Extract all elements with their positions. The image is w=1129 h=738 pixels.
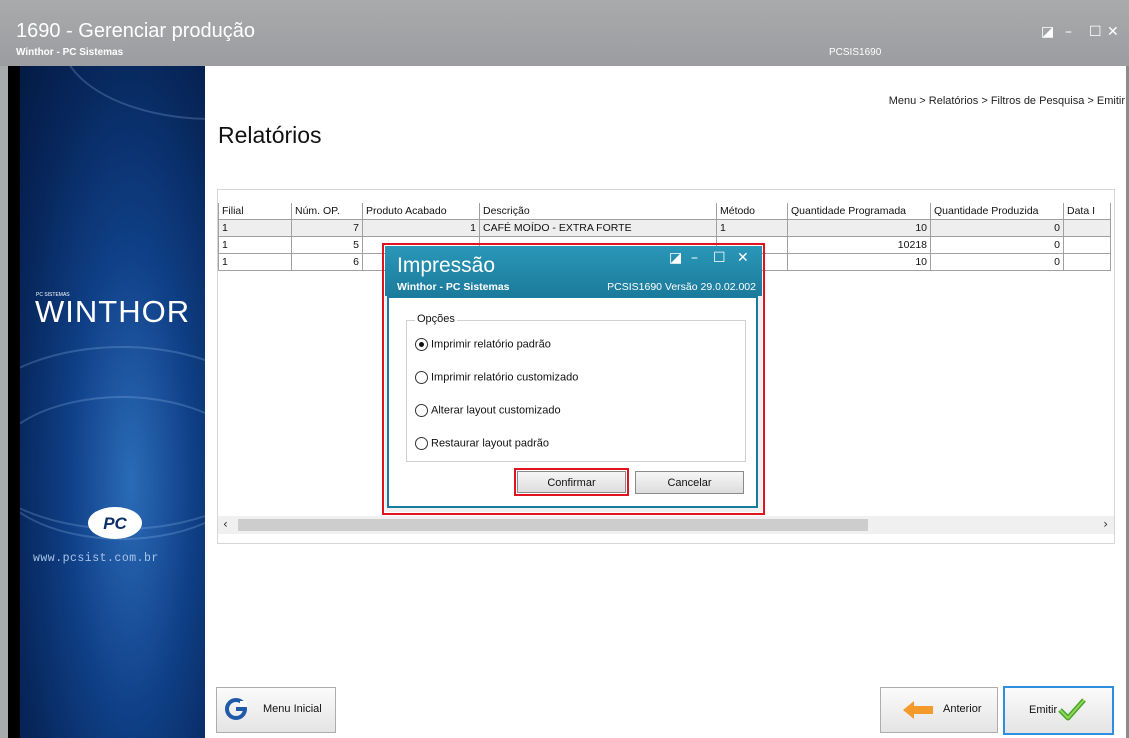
option-alterar-layout[interactable]: Alterar layout customizado xyxy=(415,404,561,417)
dialog-close-icon[interactable]: ✕ xyxy=(737,250,749,266)
cell-data xyxy=(1063,236,1111,254)
column-header[interactable]: Produto Acabado xyxy=(362,203,480,220)
dialog-title-bar: Impressão Winthor - PC Sistemas PCSIS169… xyxy=(385,246,762,296)
menu-inicial-label: Menu Inicial xyxy=(263,703,322,715)
cancel-button[interactable]: Cancelar xyxy=(635,471,744,494)
cell-metodo: 1 xyxy=(716,219,788,237)
horizontal-scrollbar[interactable]: ‹ › xyxy=(218,516,1114,534)
cell-descricao: CAFÉ MOÍDO - EXTRA FORTE xyxy=(479,219,717,237)
option-label: Alterar layout customizado xyxy=(431,404,561,417)
scrollbar-thumb[interactable] xyxy=(238,519,868,531)
anterior-label: Anterior xyxy=(943,703,982,715)
svg-text:PC: PC xyxy=(103,514,127,533)
cell-num-op: 7 xyxy=(291,219,363,237)
restore-icon[interactable]: ◪ xyxy=(1041,24,1054,40)
window-frame-inner xyxy=(8,66,20,738)
radio-icon[interactable] xyxy=(415,371,428,384)
anterior-button[interactable]: Anterior xyxy=(880,687,998,733)
home-g-icon xyxy=(225,698,247,720)
sidebar-panel: PC SISTEMAS WINTHOR PC www.pcsist.com.br xyxy=(20,66,205,738)
column-header[interactable]: Método xyxy=(716,203,788,220)
minimize-icon[interactable]: – xyxy=(1065,24,1072,40)
cell-num-op: 6 xyxy=(291,253,363,271)
cell-qtd-produzida: 0 xyxy=(930,236,1064,254)
radio-selected-icon[interactable] xyxy=(415,338,428,351)
emitir-label: Emitir xyxy=(1029,704,1058,716)
emitir-button[interactable]: Emitir xyxy=(1003,686,1114,735)
dialog-subtitle: Winthor - PC Sistemas xyxy=(397,281,510,293)
column-header[interactable]: Quantidade Produzida xyxy=(930,203,1064,220)
page-title: Relatórios xyxy=(218,122,322,148)
cell-data xyxy=(1063,253,1111,271)
winthor-logo: WINTHOR xyxy=(35,294,191,329)
radio-icon[interactable] xyxy=(415,437,428,450)
decorative-arc xyxy=(60,66,205,120)
window-frame-left xyxy=(0,66,8,738)
cell-qtd-programada: 10218 xyxy=(787,236,931,254)
cell-qtd-produzida: 0 xyxy=(930,253,1064,271)
window-subtitle: Winthor - PC Sistemas xyxy=(16,47,124,58)
option-label: Imprimir relatório padrão xyxy=(431,338,551,351)
arrow-left-icon xyxy=(903,701,933,719)
cell-data xyxy=(1063,219,1111,237)
dialog-body: Opções Imprimir relatório padrão Imprimi… xyxy=(387,296,758,508)
option-imprimir-padrao[interactable]: Imprimir relatório padrão xyxy=(415,338,551,351)
cell-filial: 1 xyxy=(218,219,292,237)
option-restaurar-layout[interactable]: Restaurar layout padrão xyxy=(415,437,549,450)
cell-filial: 1 xyxy=(218,253,292,271)
pc-logo-icon: PC xyxy=(88,507,142,539)
radio-icon[interactable] xyxy=(415,404,428,417)
cell-qtd-programada: 10 xyxy=(787,219,931,237)
column-header[interactable]: Descrição xyxy=(479,203,717,220)
table-row[interactable]: 1 7 1 CAFÉ MOÍDO - EXTRA FORTE 1 10 0 xyxy=(218,219,1111,237)
title-bar: 1690 - Gerenciar produção Winthor - PC S… xyxy=(0,0,1129,66)
options-group: Opções Imprimir relatório padrão Imprimi… xyxy=(406,313,746,462)
dialog-title: Impressão xyxy=(397,254,496,277)
menu-inicial-button[interactable]: Menu Inicial xyxy=(216,687,336,733)
scroll-right-icon[interactable]: › xyxy=(1103,517,1108,531)
cell-filial: 1 xyxy=(218,236,292,254)
dialog-version: PCSIS1690 Versão 29.0.02.002 xyxy=(607,281,756,293)
option-label: Imprimir relatório customizado xyxy=(431,371,579,384)
window-controls: ◪ – ☐ ✕ xyxy=(1041,24,1121,42)
window-code: PCSIS1690 xyxy=(829,47,882,58)
column-header[interactable]: Data I xyxy=(1063,203,1111,220)
confirm-button[interactable]: Confirmar xyxy=(517,471,626,493)
scroll-left-icon[interactable]: ‹ xyxy=(223,517,228,531)
dialog-minimize-icon[interactable]: – xyxy=(691,250,698,266)
options-group-label: Opções xyxy=(415,313,457,325)
option-imprimir-customizado[interactable]: Imprimir relatório customizado xyxy=(415,371,578,384)
dialog-maximize-icon[interactable]: ☐ xyxy=(713,250,726,266)
cell-produto: 1 xyxy=(362,219,480,237)
column-header[interactable]: Núm. OP. xyxy=(291,203,363,220)
cell-qtd-produzida: 0 xyxy=(930,219,1064,237)
column-header[interactable]: Quantidade Programada xyxy=(787,203,931,220)
table-header-row: Filial Núm. OP. Produto Acabado Descriçã… xyxy=(218,203,1111,220)
close-icon[interactable]: ✕ xyxy=(1107,24,1119,40)
website-text: www.pcsist.com.br xyxy=(33,552,159,565)
cell-num-op: 5 xyxy=(291,236,363,254)
window-title: 1690 - Gerenciar produção xyxy=(16,20,256,42)
breadcrumb: Menu > Relatórios > Filtros de Pesquisa … xyxy=(888,95,1125,107)
option-label: Restaurar layout padrão xyxy=(431,437,550,450)
column-header[interactable]: Filial xyxy=(218,203,292,220)
cell-qtd-programada: 10 xyxy=(787,253,931,271)
maximize-icon[interactable]: ☐ xyxy=(1089,24,1102,40)
checkmark-icon xyxy=(1058,698,1086,721)
dialog-restore-icon[interactable]: ◪ xyxy=(669,250,682,266)
print-dialog: Impressão Winthor - PC Sistemas PCSIS169… xyxy=(385,246,762,512)
